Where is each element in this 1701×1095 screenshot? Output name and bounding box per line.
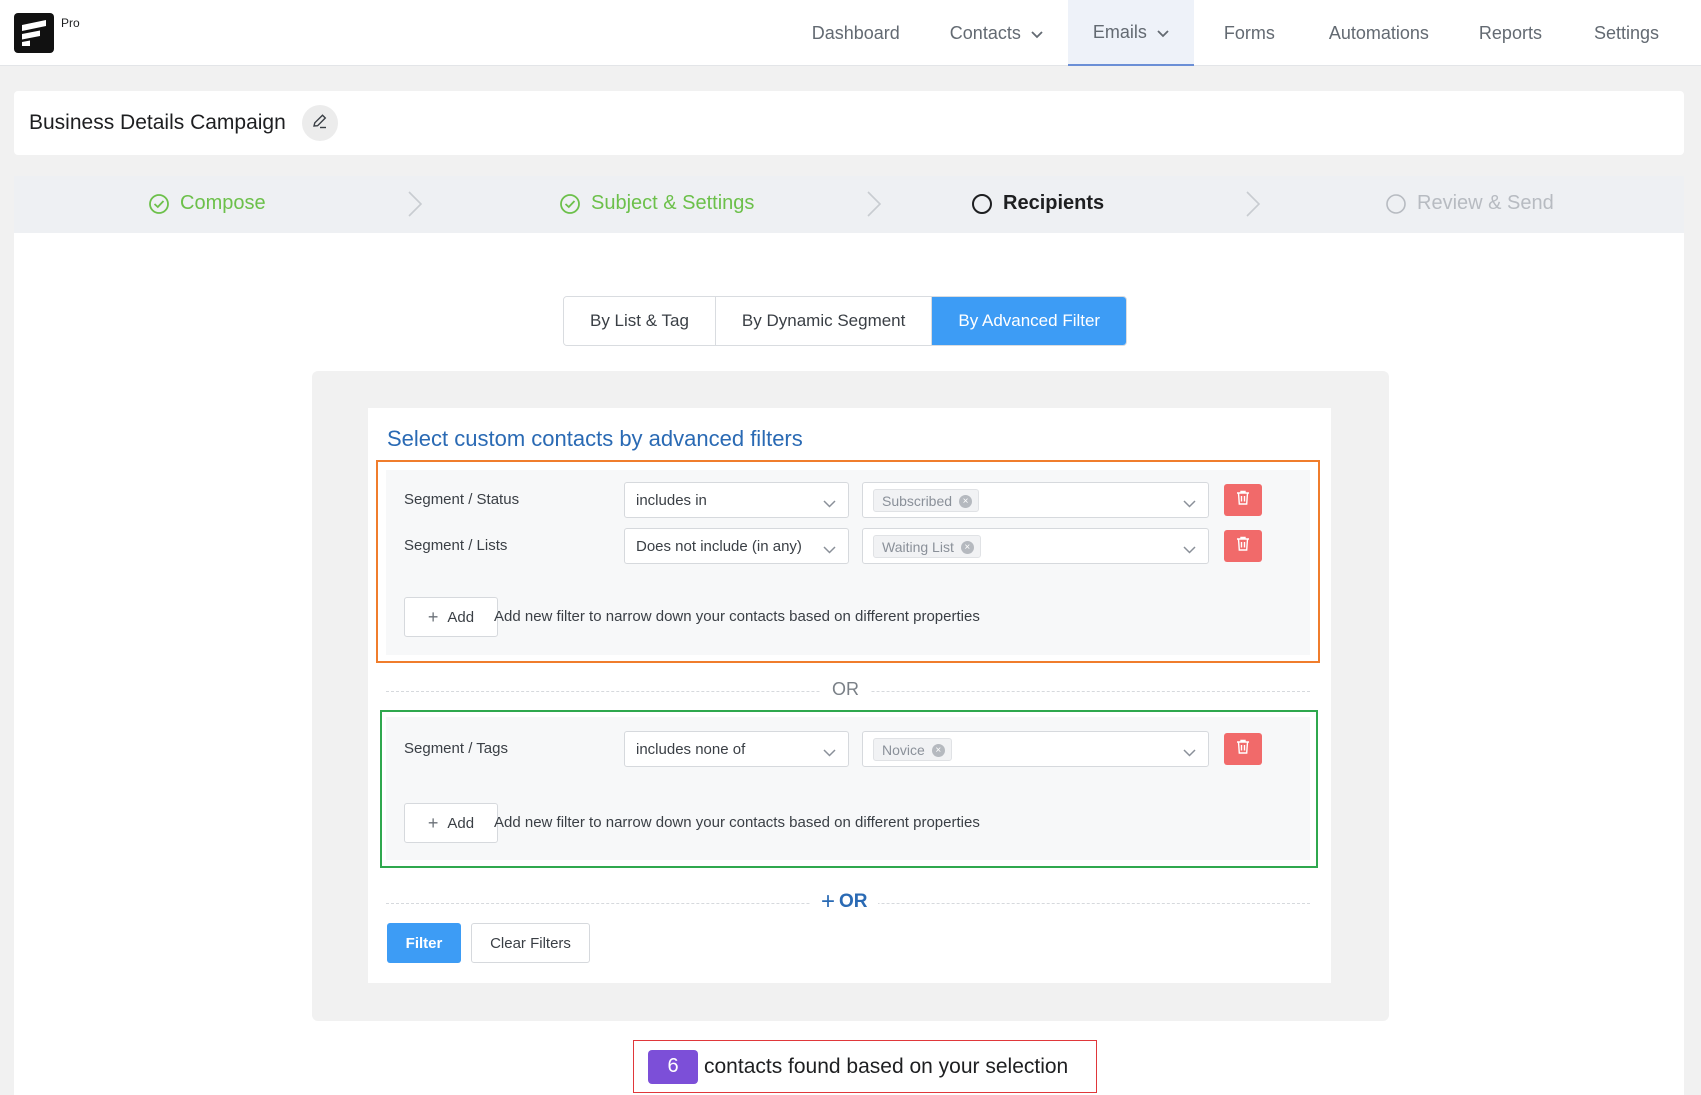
filter-heading: Select custom contacts by advanced filte… bbox=[387, 426, 803, 451]
check-circle-icon bbox=[148, 193, 170, 215]
chevron-down-icon bbox=[1183, 495, 1196, 512]
value-tag: Waiting List × bbox=[873, 535, 981, 558]
delete-filter-button[interactable] bbox=[1224, 733, 1262, 765]
circle-icon bbox=[971, 193, 993, 215]
advanced-filter-panel: Select custom contacts by advanced filte… bbox=[312, 371, 1389, 1021]
remove-tag-icon[interactable]: × bbox=[960, 541, 974, 554]
operator-select[interactable]: includes in bbox=[624, 482, 849, 518]
filter-property-label: Segment / Lists bbox=[404, 537, 508, 554]
nav-dashboard[interactable]: Dashboard bbox=[787, 0, 925, 66]
filter-group-1: Segment / Status includes in Subscribed … bbox=[386, 470, 1310, 655]
step-subject-settings[interactable]: Subject & Settings bbox=[559, 192, 754, 215]
chevron-right-icon bbox=[407, 190, 423, 223]
filter-property-label: Segment / Status bbox=[404, 491, 520, 508]
plus-icon: + bbox=[821, 888, 836, 915]
chevron-down-icon bbox=[823, 744, 836, 761]
plus-icon: + bbox=[427, 812, 439, 833]
plus-icon: + bbox=[427, 606, 439, 627]
contacts-count-badge: 6 bbox=[648, 1049, 698, 1084]
step-review-send[interactable]: Review & Send bbox=[1385, 192, 1554, 215]
campaign-title-bar: Business Details Campaign bbox=[14, 91, 1684, 155]
chevron-right-icon bbox=[866, 190, 882, 223]
tab-by-dynamic-segment[interactable]: By Dynamic Segment bbox=[715, 297, 933, 345]
add-filter-button[interactable]: + Add bbox=[404, 597, 498, 637]
filter-row: Segment / Lists Does not include (in any… bbox=[386, 528, 1310, 564]
recipients-content: By List & Tag By Dynamic Segment By Adva… bbox=[14, 233, 1684, 1095]
value-tag: Novice × bbox=[873, 738, 952, 761]
remove-tag-icon[interactable]: × bbox=[931, 744, 945, 757]
filter-row: Segment / Status includes in Subscribed … bbox=[386, 482, 1310, 518]
app-logo[interactable] bbox=[14, 13, 54, 53]
tab-by-advanced-filter[interactable]: By Advanced Filter bbox=[932, 297, 1127, 345]
pencil-icon bbox=[311, 112, 329, 135]
add-filter-hint: Add new filter to narrow down your conta… bbox=[494, 814, 980, 831]
chevron-down-icon bbox=[1183, 744, 1196, 761]
nav-reports[interactable]: Reports bbox=[1453, 0, 1568, 66]
clear-filters-button[interactable]: Clear Filters bbox=[471, 923, 590, 963]
trash-icon bbox=[1236, 536, 1250, 556]
add-filter-button[interactable]: + Add bbox=[404, 803, 498, 843]
filter-button[interactable]: Filter bbox=[387, 923, 461, 963]
trash-icon bbox=[1236, 739, 1250, 759]
nav-contacts[interactable]: Contacts bbox=[925, 0, 1068, 66]
value-select[interactable]: Subscribed × bbox=[862, 482, 1209, 518]
logo-mark-icon bbox=[22, 20, 46, 46]
delete-filter-button[interactable] bbox=[1224, 484, 1262, 516]
chevron-down-icon bbox=[1031, 23, 1043, 44]
nav-settings[interactable]: Settings bbox=[1568, 0, 1701, 66]
nav-automations[interactable]: Automations bbox=[1305, 0, 1453, 66]
top-navigation-bar: Pro Dashboard Contacts Emails Forms Auto… bbox=[0, 0, 1701, 66]
nav-emails[interactable]: Emails bbox=[1067, 0, 1194, 66]
or-separator-label: OR bbox=[820, 679, 871, 700]
value-tag: Subscribed × bbox=[873, 489, 980, 512]
remove-tag-icon[interactable]: × bbox=[959, 495, 973, 508]
trash-icon bbox=[1236, 490, 1250, 510]
value-select[interactable]: Waiting List × bbox=[862, 528, 1209, 564]
delete-filter-button[interactable] bbox=[1224, 530, 1262, 562]
filter-property-label: Segment / Tags bbox=[404, 740, 508, 757]
add-or-group-button[interactable]: + OR bbox=[811, 888, 878, 916]
step-compose[interactable]: Compose bbox=[148, 192, 266, 215]
edit-title-button[interactable] bbox=[302, 105, 338, 141]
chevron-down-icon bbox=[1157, 22, 1169, 43]
add-filter-hint: Add new filter to narrow down your conta… bbox=[494, 608, 980, 625]
chevron-down-icon bbox=[823, 495, 836, 512]
contacts-found-summary: 6 contacts found based on your selection bbox=[633, 1040, 1097, 1093]
campaign-title: Business Details Campaign bbox=[29, 111, 286, 134]
chevron-down-icon bbox=[823, 541, 836, 558]
tab-by-list-tag[interactable]: By List & Tag bbox=[564, 297, 716, 345]
contacts-found-text: contacts found based on your selection bbox=[704, 1054, 1069, 1078]
filter-row: Segment / Tags includes none of Novice × bbox=[386, 731, 1310, 767]
circle-icon bbox=[1385, 193, 1407, 215]
check-circle-icon bbox=[559, 193, 581, 215]
chevron-right-icon bbox=[1245, 190, 1261, 223]
pro-badge: Pro bbox=[61, 16, 80, 30]
recipient-mode-tabs: By List & Tag By Dynamic Segment By Adva… bbox=[563, 296, 1128, 346]
value-select[interactable]: Novice × bbox=[862, 731, 1209, 767]
step-recipients[interactable]: Recipients bbox=[971, 192, 1104, 215]
campaign-steps: Compose Subject & Settings Recipients Re… bbox=[14, 176, 1684, 233]
filter-group-2: Segment / Tags includes none of Novice × bbox=[386, 717, 1310, 860]
nav-forms[interactable]: Forms bbox=[1194, 0, 1305, 66]
chevron-down-icon bbox=[1183, 541, 1196, 558]
operator-select[interactable]: Does not include (in any) bbox=[624, 528, 849, 564]
operator-select[interactable]: includes none of bbox=[624, 731, 849, 767]
advanced-filter-card: Select custom contacts by advanced filte… bbox=[368, 408, 1331, 983]
main-nav: Dashboard Contacts Emails Forms Automati… bbox=[787, 0, 1701, 66]
